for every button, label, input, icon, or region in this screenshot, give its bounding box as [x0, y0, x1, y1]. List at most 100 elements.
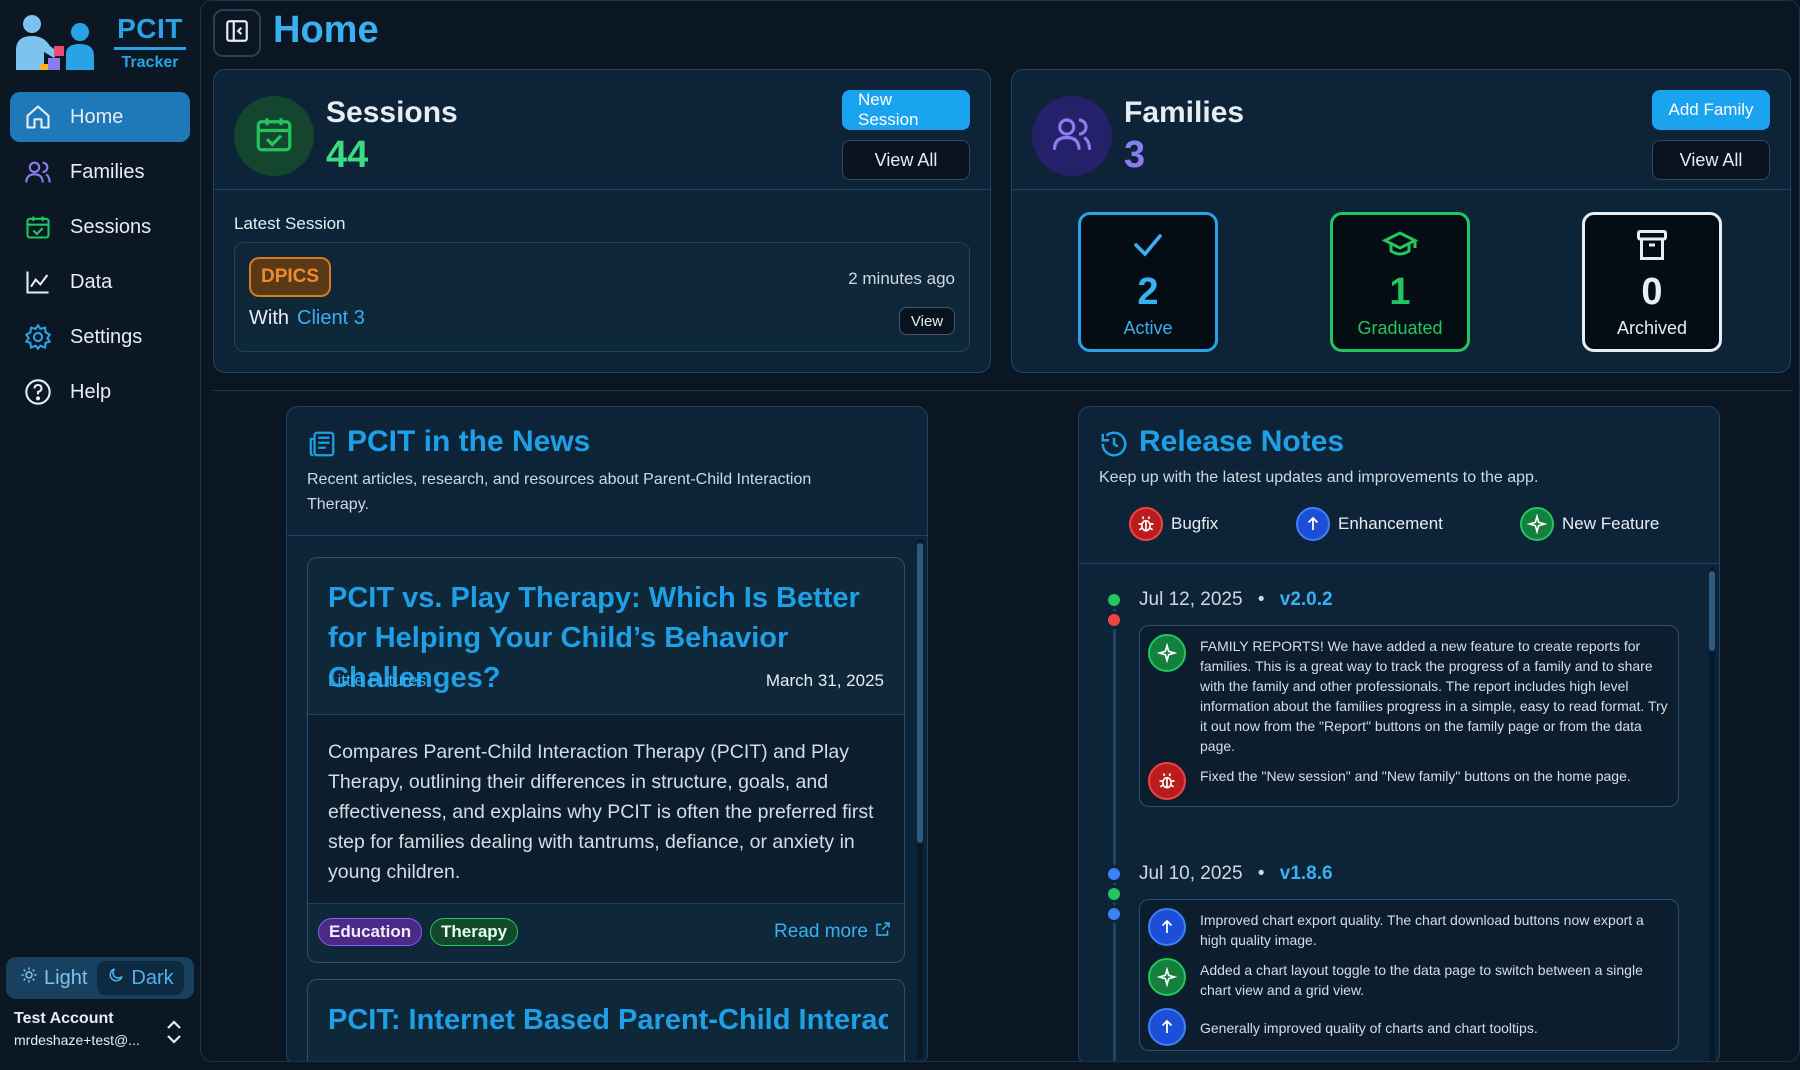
- line-chart-icon: [22, 266, 54, 298]
- news-scrollbar[interactable]: [917, 539, 923, 1059]
- session-time-ago: 2 minutes ago: [848, 269, 955, 288]
- nav-label: Help: [70, 380, 112, 403]
- bug-icon: [1148, 762, 1186, 800]
- moon-icon: [107, 966, 125, 990]
- release-date: Jul 10, 2025: [1139, 863, 1243, 884]
- release-scrollbar-thumb[interactable]: [1709, 571, 1715, 651]
- release-entry-header: Jul 12, 2025 • v2.0.2: [1139, 589, 1333, 611]
- sparkle-icon: [1520, 507, 1554, 541]
- release-item: FAMILY REPORTS! We have added a new feat…: [1200, 638, 1668, 754]
- account-menu[interactable]: Test Account mrdeshaze+test@...: [14, 1010, 190, 1060]
- arrow-up-icon: [1148, 908, 1186, 946]
- news-subtitle: Recent articles, research, and resources…: [307, 471, 812, 513]
- latest-session-card: DPICS 2 minutes ago With Client 3 View: [234, 242, 970, 352]
- arrow-up-icon: [1296, 507, 1330, 541]
- article-summary: Compares Parent-Child Interaction Therap…: [308, 714, 904, 904]
- calendar-check-icon: [22, 211, 54, 243]
- session-with: With Client 3: [249, 307, 365, 330]
- theme-light-label: Light: [44, 966, 88, 989]
- newspaper-icon: [307, 429, 337, 464]
- graduation-cap-icon: [1380, 227, 1420, 268]
- nav-item-settings[interactable]: Settings: [10, 312, 190, 362]
- theme-light-button[interactable]: Light: [10, 961, 97, 995]
- new-session-button[interactable]: New Session: [842, 90, 970, 130]
- theme-dark-button[interactable]: Dark: [97, 961, 184, 995]
- nav-item-help[interactable]: Help: [10, 367, 190, 417]
- families-icon-circle: [1032, 96, 1112, 176]
- families-title: Families: [1124, 96, 1245, 129]
- stat-value: 0: [1641, 271, 1663, 313]
- sessions-icon-circle: [234, 96, 314, 176]
- sparkle-icon: [1148, 958, 1186, 996]
- history-icon: [1099, 429, 1129, 464]
- news-article: PCIT vs. Play Therapy: Which Is Better f…: [307, 557, 905, 963]
- tag-education[interactable]: Education: [318, 918, 423, 946]
- app-logo[interactable]: PCIT Tracker: [10, 8, 190, 76]
- sessions-card: Sessions 44 New Session View All Latest …: [213, 69, 991, 373]
- home-icon: [22, 101, 54, 133]
- page-title: Home: [273, 9, 379, 51]
- stat-value: 2: [1137, 271, 1159, 313]
- sessions-count: 44: [326, 134, 369, 176]
- timeline-dot-enhancement: [1105, 865, 1123, 883]
- session-type-badge: DPICS: [249, 257, 332, 297]
- stat-label: Active: [1123, 318, 1173, 338]
- read-more-link[interactable]: Read more: [774, 920, 892, 944]
- release-header-divider: [1079, 563, 1719, 564]
- nav-label: Families: [70, 160, 145, 183]
- sessions-title: Sessions: [326, 96, 458, 129]
- news-title: PCIT in the News: [347, 425, 591, 458]
- sun-icon: [20, 966, 38, 990]
- archive-icon: [1634, 227, 1670, 268]
- view-session-button[interactable]: View: [899, 307, 955, 335]
- release-item: Improved chart export quality. The chart…: [1200, 912, 1644, 948]
- nav-label: Data: [70, 270, 113, 293]
- view-all-sessions-button[interactable]: View All: [842, 140, 970, 180]
- release-sep: •: [1257, 589, 1265, 610]
- families-card-header: Families 3 Add Family View All: [1012, 70, 1790, 190]
- stat-archived[interactable]: 0 Archived: [1582, 212, 1722, 352]
- nav-item-sessions[interactable]: Sessions: [10, 202, 190, 252]
- article-date: March 31, 2025: [765, 671, 884, 690]
- nav-label: Sessions: [70, 215, 152, 238]
- help-circle-icon: [22, 376, 54, 408]
- app-subtitle: Tracker: [121, 53, 179, 71]
- release-entry: Improved chart export quality. The chart…: [1139, 899, 1679, 1051]
- read-more-label: Read more: [774, 921, 868, 942]
- sparkle-icon: [1148, 634, 1186, 672]
- news-scrollbar-thumb[interactable]: [917, 543, 923, 843]
- families-card: Families 3 Add Family View All 2 Active …: [1011, 69, 1791, 373]
- sidebar-collapse-button[interactable]: [213, 9, 261, 57]
- client-link[interactable]: Client 3: [297, 307, 365, 329]
- add-family-button[interactable]: Add Family: [1652, 90, 1770, 130]
- users-icon: [1051, 113, 1093, 160]
- nav-item-home[interactable]: Home: [10, 92, 190, 142]
- article-title[interactable]: PCIT: Internet Based Parent-Child Intera…: [328, 1000, 888, 1040]
- view-all-families-button[interactable]: View All: [1652, 140, 1770, 180]
- article-source[interactable]: Little Futures: [328, 671, 426, 691]
- legend-new-feature: New Feature: [1520, 507, 1659, 541]
- release-version: v1.8.6: [1279, 863, 1333, 884]
- release-item: Added a chart layout toggle to the data …: [1200, 962, 1643, 998]
- stat-value: 1: [1389, 271, 1411, 313]
- main-content: Home Sessions 44 New Session View All La…: [200, 0, 1800, 1062]
- logo-divider: [114, 46, 186, 50]
- timeline-dot-enhancement: [1105, 905, 1123, 923]
- stat-active[interactable]: 2 Active: [1078, 212, 1218, 352]
- tag-therapy[interactable]: Therapy: [430, 918, 519, 946]
- nav-label: Settings: [70, 325, 143, 348]
- release-subtitle: Keep up with the latest updates and impr…: [1099, 469, 1539, 486]
- release-entry-header: Jul 10, 2025 • v1.8.6: [1139, 863, 1333, 885]
- legend-label: New Feature: [1562, 514, 1660, 533]
- nav-item-data[interactable]: Data: [10, 257, 190, 307]
- legend-label: Bugfix: [1171, 514, 1219, 533]
- news-panel: PCIT in the News Recent articles, resear…: [286, 406, 928, 1061]
- nav-item-families[interactable]: Families: [10, 147, 190, 197]
- stat-graduated[interactable]: 1 Graduated: [1330, 212, 1470, 352]
- nav-label: Home: [70, 105, 124, 128]
- release-notes-panel: Release Notes Keep up with the latest up…: [1078, 406, 1720, 1061]
- release-scrollbar[interactable]: [1709, 567, 1715, 1061]
- bug-icon: [1129, 507, 1163, 541]
- release-entry: FAMILY REPORTS! We have added a new feat…: [1139, 625, 1679, 807]
- legend-bugfix: Bugfix: [1129, 507, 1218, 541]
